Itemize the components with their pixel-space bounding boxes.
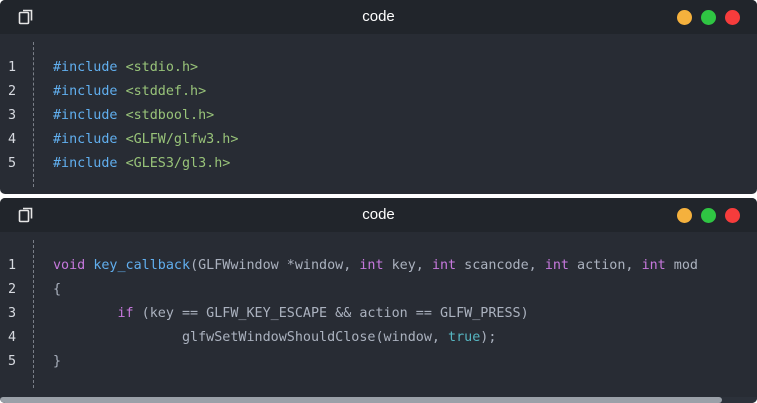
line-number: 1 — [7, 60, 17, 75]
code-token: <stddef.h> — [125, 84, 207, 99]
code-content[interactable]: 1 #include <stdio.h> 2 #include <stddef.h> 3… — [0, 34, 757, 194]
code-token: (key == GLFW_KEY_ESCAPE && action == GLF… — [133, 306, 529, 321]
code-token: <GLES3/gl3.h> — [125, 156, 231, 171]
code-text: #include <GLFW/glfw3.h> — [53, 128, 238, 152]
line-number: 4 — [7, 330, 17, 345]
code-token: #include — [53, 84, 126, 99]
gutter-divider — [33, 42, 34, 187]
gutter-divider — [33, 240, 34, 388]
code-text: glfwSetWindowShouldClose(window, true); — [53, 326, 496, 350]
code-token: key_callback — [93, 258, 191, 273]
code-token: int — [431, 258, 457, 273]
line-number: 2 — [7, 282, 17, 297]
code-block-key-callback: code 1 void key_callback(GLFWwindow *wind… — [0, 198, 757, 403]
code-text: } — [53, 350, 61, 374]
code-token: int — [359, 258, 384, 273]
horizontal-scrollbar[interactable] — [0, 397, 757, 403]
line-number: 5 — [7, 156, 17, 171]
code-token: scancode, — [456, 258, 545, 273]
code-block-titlebar: code — [0, 198, 757, 232]
code-block-titlebar: code — [0, 0, 757, 34]
code-token: true — [448, 330, 481, 345]
code-token: <stdio.h> — [125, 60, 199, 75]
code-token: int — [544, 258, 569, 273]
minimize-dot[interactable] — [677, 208, 692, 223]
code-token: #include — [53, 108, 126, 123]
maximize-dot[interactable] — [701, 10, 716, 25]
code-block-title: code — [362, 8, 395, 25]
code-token: mod — [665, 258, 698, 273]
scrollbar-thumb[interactable] — [0, 397, 722, 403]
code-text: void key_callback(GLFWwindow *window, in… — [53, 254, 698, 278]
code-text: if (key == GLFW_KEY_ESCAPE && action == … — [53, 302, 529, 326]
line-number: 4 — [7, 132, 17, 147]
code-token: <GLFW/glfw3.h> — [125, 132, 239, 147]
code-token: #include — [53, 156, 126, 171]
line-number: 1 — [7, 258, 17, 273]
code-token: ); — [480, 330, 497, 345]
maximize-dot[interactable] — [701, 208, 716, 223]
code-text: #include <stdio.h> — [53, 56, 198, 80]
code-token: action, — [569, 258, 642, 273]
code-token: key, — [383, 258, 432, 273]
code-text: { — [53, 278, 61, 302]
code-token: void — [53, 258, 86, 273]
close-dot[interactable] — [725, 208, 740, 223]
code-token: #include — [53, 132, 126, 147]
code-token: <stdbool.h> — [125, 108, 215, 123]
code-token: if — [117, 306, 134, 321]
line-number: 2 — [7, 84, 17, 99]
line-number: 5 — [7, 354, 17, 369]
close-dot[interactable] — [725, 10, 740, 25]
code-token: (GLFWwindow *window, — [190, 258, 360, 273]
minimize-dot[interactable] — [677, 10, 692, 25]
code-token: { — [53, 282, 62, 297]
code-block-includes: code 1 #include <stdio.h> 2 #include <stdde… — [0, 0, 757, 194]
line-number: 3 — [7, 108, 17, 123]
code-text: #include <GLES3/gl3.h> — [53, 152, 230, 176]
line-number: 3 — [7, 306, 17, 321]
code-text: #include <stdbool.h> — [53, 104, 214, 128]
code-content[interactable]: 1 void key_callback(GLFWwindow *window, i… — [0, 232, 757, 403]
code-block-title: code — [362, 206, 395, 223]
code-token: glfwSetWindowShouldClose(window, — [53, 330, 449, 345]
code-token: } — [53, 354, 62, 369]
code-token: int — [641, 258, 666, 273]
code-token: #include — [53, 60, 126, 75]
code-text: #include <stddef.h> — [53, 80, 206, 104]
